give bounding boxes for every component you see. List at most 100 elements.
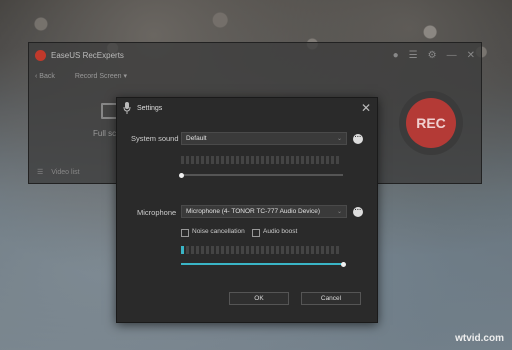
meter-bar [221,246,224,254]
meter-bar [211,246,214,254]
meter-bar [306,156,309,164]
meter-bar [226,156,229,164]
meter-bar [236,246,239,254]
meter-bar [181,246,184,254]
meter-bar [291,156,294,164]
system-sound-value: Default [186,135,207,142]
meter-bar [311,246,314,254]
meter-bar [221,156,224,164]
meter-bar [196,246,199,254]
meter-bar [301,246,304,254]
meter-bar [301,156,304,164]
microphone-slider-knob[interactable] [340,261,346,267]
dialog-titlebar: Settings ✕ [117,98,377,118]
microphone-slider-fill [181,263,343,265]
fullscreen-label: Full sc [93,129,117,138]
meter-bar [256,156,259,164]
microphone-label: Microphone [137,208,177,217]
meter-bar [186,156,189,164]
meter-bar [216,246,219,254]
meter-bar [336,246,339,254]
app-logo-icon [35,49,46,61]
meter-bar [326,246,329,254]
meter-bar [261,246,264,254]
microphone-value: Microphone (4- TONOR TC-777 Audio Device… [186,208,321,215]
meter-bar [191,156,194,164]
minimize-icon[interactable]: — [447,50,457,61]
meter-bar [286,156,289,164]
main-titlebar: EaseUS RecExperts ● ☰ ⚙ — ✕ [29,43,481,67]
audio-boost-checkbox[interactable] [252,229,260,237]
system-sound-more-icon[interactable]: ··· [353,134,363,144]
meter-bar [331,156,334,164]
system-sound-select[interactable]: Default ⌄ [181,132,347,145]
meter-bar [201,246,204,254]
noise-cancellation-checkbox[interactable] [181,229,189,237]
meter-bar [316,246,319,254]
system-sound-label: System sound [131,134,179,143]
dialog-title: Settings [137,104,163,112]
meter-bar [266,156,269,164]
microphone-select[interactable]: Microphone (4- TONOR TC-777 Audio Device… [181,205,347,218]
close-dialog-icon[interactable]: ✕ [361,101,371,115]
microphone-meter [181,246,339,254]
settings-gear-icon[interactable]: ⚙ [428,50,437,61]
list-icon[interactable]: ☰ [37,168,43,176]
watermark-text: wtvid.com [455,333,504,344]
rec-button-label: REC [406,98,456,148]
meter-bar [226,246,229,254]
meter-bar [306,246,309,254]
noise-cancellation-label: Noise cancellation [192,228,245,235]
microphone-more-icon[interactable]: ··· [353,207,363,217]
meter-bar [271,156,274,164]
meter-bar [196,156,199,164]
meter-bar [281,246,284,254]
close-main-icon[interactable]: ✕ [467,50,475,61]
app-title: EaseUS RecExperts [51,50,124,60]
meter-bar [276,156,279,164]
meter-bar [286,246,289,254]
back-button[interactable]: ‹ Back [35,73,55,80]
rec-button[interactable]: REC [399,91,463,155]
meter-bar [181,156,184,164]
video-list-label[interactable]: Video list [51,169,79,176]
meter-bar [191,246,194,254]
microphone-icon [123,102,131,114]
meter-bar [251,246,254,254]
meter-bar [266,246,269,254]
meter-bar [271,246,274,254]
titlebar-controls: ● ☰ ⚙ — ✕ [393,50,475,61]
meter-bar [276,246,279,254]
meter-bar [291,246,294,254]
meter-bar [206,156,209,164]
meter-bar [321,156,324,164]
system-sound-slider-track [181,174,343,176]
meter-bar [326,156,329,164]
ok-button[interactable]: OK [229,292,289,305]
nav-row: ‹ Back Record Screen ▾ [29,67,481,85]
menu-icon[interactable]: ☰ [409,50,418,61]
system-sound-slider-knob[interactable] [178,172,184,178]
meter-bar [246,156,249,164]
meter-bar [261,156,264,164]
meter-bar [246,246,249,254]
meter-bar [236,156,239,164]
record-mode-select[interactable]: Record Screen ▾ [75,72,127,80]
meter-bar [231,156,234,164]
meter-bar [311,156,314,164]
meter-bar [256,246,259,254]
meter-bar [206,246,209,254]
meter-bar [186,246,189,254]
cancel-button[interactable]: Cancel [301,292,361,305]
meter-bar [321,246,324,254]
meter-bar [296,156,299,164]
chevron-down-icon: ⌄ [336,136,342,142]
meter-bar [216,156,219,164]
settings-dialog: Settings ✕ System sound Default ⌄ ··· Mi… [116,97,378,323]
notification-icon[interactable]: ● [393,50,399,61]
meter-bar [336,156,339,164]
meter-bar [241,246,244,254]
system-sound-meter [181,156,339,164]
audio-boost-label: Audio boost [263,228,298,235]
meter-bar [331,246,334,254]
